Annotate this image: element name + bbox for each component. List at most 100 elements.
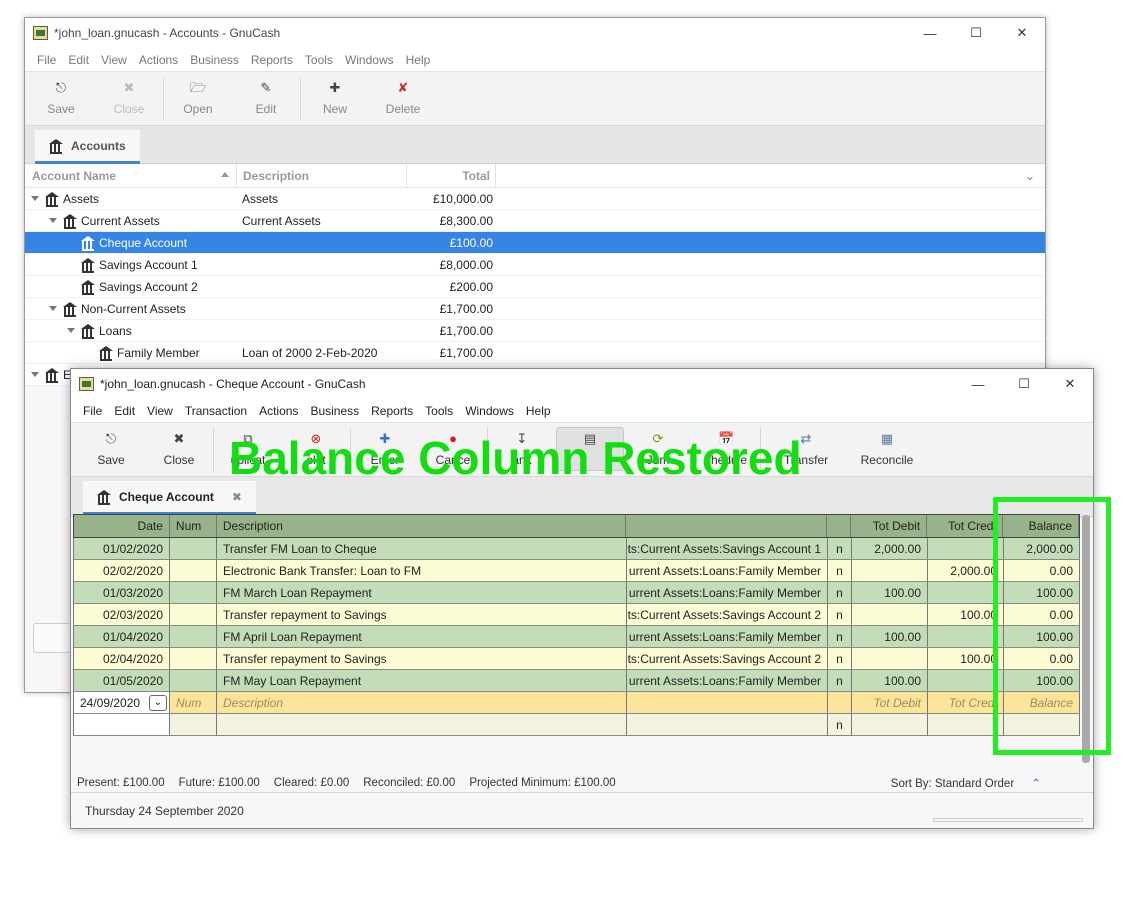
txn-date[interactable]: 02/03/2020 xyxy=(74,604,170,625)
txn-date[interactable]: 01/02/2020 xyxy=(74,538,170,559)
split-memo-cell[interactable] xyxy=(217,714,627,735)
expander-down-icon[interactable] xyxy=(49,306,57,311)
header-transfer[interactable] xyxy=(626,515,828,537)
txn-transfer-account[interactable]: ts:Current Assets:Savings Account 2 xyxy=(627,648,828,669)
column-header-description[interactable]: Description xyxy=(243,169,309,183)
close-button[interactable]: ✖ Close xyxy=(145,423,213,477)
txn-num[interactable] xyxy=(170,560,217,581)
split-debit-cell[interactable] xyxy=(852,714,928,735)
expander-down-icon[interactable] xyxy=(31,196,39,201)
account-row[interactable]: Loans £1,700.00 xyxy=(25,320,1045,342)
txn-description[interactable]: FM April Loan Repayment xyxy=(217,626,627,647)
save-button[interactable]: ⎋ Save xyxy=(27,72,95,126)
txn-num[interactable] xyxy=(170,648,217,669)
transaction-row[interactable]: 01/03/2020 FM March Loan Repayment urrent … xyxy=(73,582,1080,604)
transaction-row[interactable]: 02/02/2020 Electronic Bank Transfer: Loan… xyxy=(73,560,1080,582)
txn-description[interactable]: Electronic Bank Transfer: Loan to FM xyxy=(217,560,627,581)
sort-order[interactable]: Sort By: Standard Order ⌃ xyxy=(891,776,1055,790)
menu-file[interactable]: File xyxy=(83,404,102,418)
split-account-cell[interactable] xyxy=(627,714,828,735)
header-tot-debit[interactable]: Tot Debit xyxy=(851,515,928,537)
txn-transfer-account[interactable]: urrent Assets:Loans:Family Member xyxy=(627,670,828,691)
menu-windows[interactable]: Windows xyxy=(465,404,514,418)
num-input[interactable]: Num xyxy=(170,692,217,713)
txn-debit[interactable] xyxy=(852,604,928,625)
txn-num[interactable] xyxy=(170,582,217,603)
partial-button[interactable] xyxy=(33,623,71,653)
account-row[interactable]: Family Member Loan of 2000 2-Feb-2020 £1,7… xyxy=(25,342,1045,364)
menu-actions[interactable]: Actions xyxy=(139,53,178,67)
menu-business[interactable]: Business xyxy=(310,404,359,418)
column-chooser-chevron-icon[interactable]: ⌄ xyxy=(1025,169,1035,183)
menu-edit[interactable]: Edit xyxy=(114,404,135,418)
open-button[interactable]: 🗁 Open xyxy=(164,72,232,126)
txn-debit[interactable] xyxy=(852,648,928,669)
split-row[interactable]: n xyxy=(73,714,1080,736)
txn-debit[interactable]: 100.00 xyxy=(852,582,928,603)
menu-help[interactable]: Help xyxy=(526,404,551,418)
account-row[interactable]: Savings Account 2 £200.00 xyxy=(25,276,1045,298)
txn-date[interactable]: 01/03/2020 xyxy=(74,582,170,603)
txn-description[interactable]: FM May Loan Repayment xyxy=(217,670,627,691)
txn-date[interactable]: 01/05/2020 xyxy=(74,670,170,691)
edit-button[interactable]: ✎ Edit xyxy=(232,72,300,126)
new-transaction-row[interactable]: 24/09/2020 ⌄ Num Description Tot Debit To… xyxy=(73,692,1080,714)
close-button[interactable]: ✖ Close xyxy=(95,72,163,126)
menu-file[interactable]: File xyxy=(37,53,56,67)
expander-down-icon[interactable] xyxy=(31,372,39,377)
tab-accounts[interactable]: Accounts xyxy=(35,130,140,164)
txn-reconcile-flag[interactable]: n xyxy=(828,626,852,647)
txn-reconcile-flag[interactable]: n xyxy=(828,560,852,581)
close-window-button[interactable]: ✕ xyxy=(999,18,1045,48)
txn-num[interactable] xyxy=(170,626,217,647)
txn-reconcile-flag[interactable]: n xyxy=(828,538,852,559)
menu-view[interactable]: View xyxy=(147,404,173,418)
txn-transfer-account[interactable]: urrent Assets:Loans:Family Member xyxy=(627,582,828,603)
header-num[interactable]: Num xyxy=(170,515,217,537)
txn-transfer-account[interactable]: ts:Current Assets:Savings Account 1 xyxy=(627,538,828,559)
txn-date[interactable]: 02/02/2020 xyxy=(74,560,170,581)
transaction-row[interactable]: 01/02/2020 Transfer FM Loan to Cheque ts:C… xyxy=(73,538,1080,560)
txn-reconcile-flag[interactable]: n xyxy=(828,604,852,625)
minimize-button[interactable]: — xyxy=(907,18,953,48)
account-row[interactable]: Cheque Account £100.00 xyxy=(25,232,1045,254)
expander-down-icon[interactable] xyxy=(67,328,75,333)
new-button[interactable]: ✚ New xyxy=(301,72,369,126)
menu-windows[interactable]: Windows xyxy=(345,53,394,67)
account-row[interactable]: Current Assets Current Assets £8,300.00 xyxy=(25,210,1045,232)
reconcile-button[interactable]: ▦ Reconcile xyxy=(851,423,923,477)
maximize-button[interactable]: ☐ xyxy=(1001,369,1047,399)
menu-actions[interactable]: Actions xyxy=(259,404,298,418)
menu-tools[interactable]: Tools xyxy=(305,53,333,67)
menu-help[interactable]: Help xyxy=(406,53,431,67)
reconcile-flag-input[interactable] xyxy=(828,692,852,713)
txn-debit[interactable]: 100.00 xyxy=(852,626,928,647)
txn-reconcile-flag[interactable]: n xyxy=(828,670,852,691)
txn-reconcile-flag[interactable]: n xyxy=(828,582,852,603)
split-r-cell[interactable]: n xyxy=(828,714,852,735)
description-input[interactable]: Description xyxy=(217,692,627,713)
transaction-row[interactable]: 01/05/2020 FM May Loan Repayment urrent As… xyxy=(73,670,1080,692)
menu-view[interactable]: View xyxy=(101,53,127,67)
txn-date[interactable]: 01/04/2020 xyxy=(74,626,170,647)
account-row[interactable]: Savings Account 1 £8,000.00 xyxy=(25,254,1045,276)
expander-down-icon[interactable] xyxy=(49,218,57,223)
txn-debit[interactable]: 2,000.00 xyxy=(852,538,928,559)
delete-button[interactable]: ✘ Delete xyxy=(369,72,437,126)
menu-reports[interactable]: Reports xyxy=(371,404,413,418)
txn-num[interactable] xyxy=(170,670,217,691)
txn-transfer-account[interactable]: urrent Assets:Loans:Family Member xyxy=(627,560,828,581)
close-tab-icon[interactable]: ✖ xyxy=(232,490,242,504)
txn-description[interactable]: Transfer repayment to Savings xyxy=(217,604,627,625)
tab-cheque-account[interactable]: Cheque Account ✖ xyxy=(83,481,256,515)
date-input[interactable]: 24/09/2020 ⌄ xyxy=(74,692,170,713)
transaction-row[interactable]: 02/03/2020 Transfer repayment to Savings t… xyxy=(73,604,1080,626)
debit-input[interactable]: Tot Debit xyxy=(852,692,928,713)
save-button[interactable]: ⎋ Save xyxy=(77,423,145,477)
date-picker-chevron-icon[interactable]: ⌄ xyxy=(149,694,167,711)
minimize-button[interactable]: — xyxy=(955,369,1001,399)
column-header-account-name[interactable]: Account Name xyxy=(32,169,116,183)
header-r[interactable] xyxy=(827,515,852,537)
txn-debit[interactable]: 100.00 xyxy=(852,670,928,691)
txn-transfer-account[interactable]: ts:Current Assets:Savings Account 2 xyxy=(627,604,828,625)
